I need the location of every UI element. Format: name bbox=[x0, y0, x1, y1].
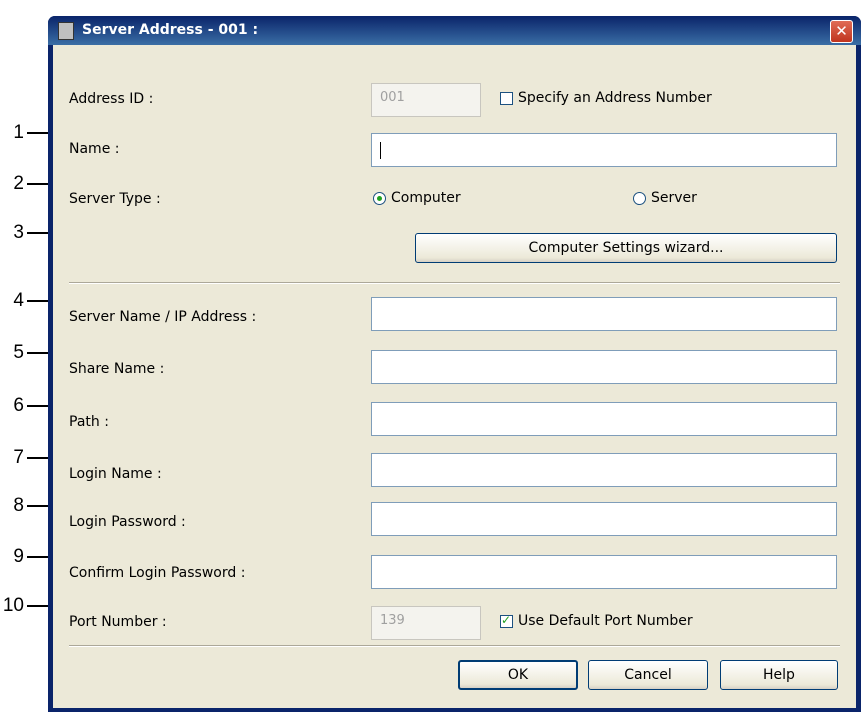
login-name-input[interactable] bbox=[371, 453, 837, 487]
address-id-value: 001 bbox=[380, 90, 405, 105]
radio-server[interactable] bbox=[633, 192, 646, 205]
server-address-dialog: Server Address - 001 : ✕ Address ID : 00… bbox=[48, 16, 861, 712]
close-button[interactable]: ✕ bbox=[830, 20, 853, 43]
text-caret bbox=[380, 142, 381, 159]
separator-top bbox=[69, 282, 840, 284]
server-type-label: Server Type : bbox=[69, 191, 161, 207]
radio-server-label[interactable]: Server bbox=[651, 190, 697, 206]
login-password-label: Login Password : bbox=[69, 514, 186, 530]
address-id-label: Address ID : bbox=[69, 91, 154, 107]
confirm-password-input[interactable] bbox=[371, 555, 837, 589]
port-number-label: Port Number : bbox=[69, 614, 167, 630]
cancel-button[interactable]: Cancel bbox=[588, 660, 708, 690]
address-id-field: 001 bbox=[371, 83, 481, 117]
radio-computer[interactable] bbox=[373, 192, 386, 205]
computer-settings-wizard-button[interactable]: Computer Settings wizard... bbox=[415, 233, 837, 263]
app-icon bbox=[58, 22, 74, 40]
separator-bottom bbox=[69, 645, 840, 647]
share-name-input[interactable] bbox=[371, 350, 837, 384]
login-name-label: Login Name : bbox=[69, 466, 162, 482]
name-input[interactable] bbox=[371, 133, 837, 167]
use-default-port-label[interactable]: Use Default Port Number bbox=[518, 613, 693, 629]
server-name-label: Server Name / IP Address : bbox=[69, 309, 257, 325]
specify-address-number-label[interactable]: Specify an Address Number bbox=[518, 90, 712, 106]
port-number-value: 139 bbox=[380, 613, 405, 628]
use-default-port-checkbox[interactable] bbox=[500, 613, 513, 628]
share-name-label: Share Name : bbox=[69, 361, 165, 377]
dialog-body: Address ID : 001 Specify an Address Numb… bbox=[53, 45, 856, 708]
radio-computer-label[interactable]: Computer bbox=[391, 190, 461, 206]
window-title: Server Address - 001 : bbox=[82, 22, 259, 38]
login-password-input[interactable] bbox=[371, 502, 837, 536]
close-icon: ✕ bbox=[835, 22, 848, 40]
title-bar[interactable]: Server Address - 001 : ✕ bbox=[48, 16, 861, 45]
ok-button[interactable]: OK bbox=[458, 660, 578, 690]
port-number-field: 139 bbox=[371, 606, 481, 640]
path-label: Path : bbox=[69, 414, 109, 430]
specify-address-number-checkbox[interactable] bbox=[500, 92, 513, 105]
help-button[interactable]: Help bbox=[720, 660, 838, 690]
name-label: Name : bbox=[69, 141, 120, 157]
path-input[interactable] bbox=[371, 402, 837, 436]
server-name-input[interactable] bbox=[371, 297, 837, 331]
confirm-password-label: Confirm Login Password : bbox=[69, 565, 246, 581]
